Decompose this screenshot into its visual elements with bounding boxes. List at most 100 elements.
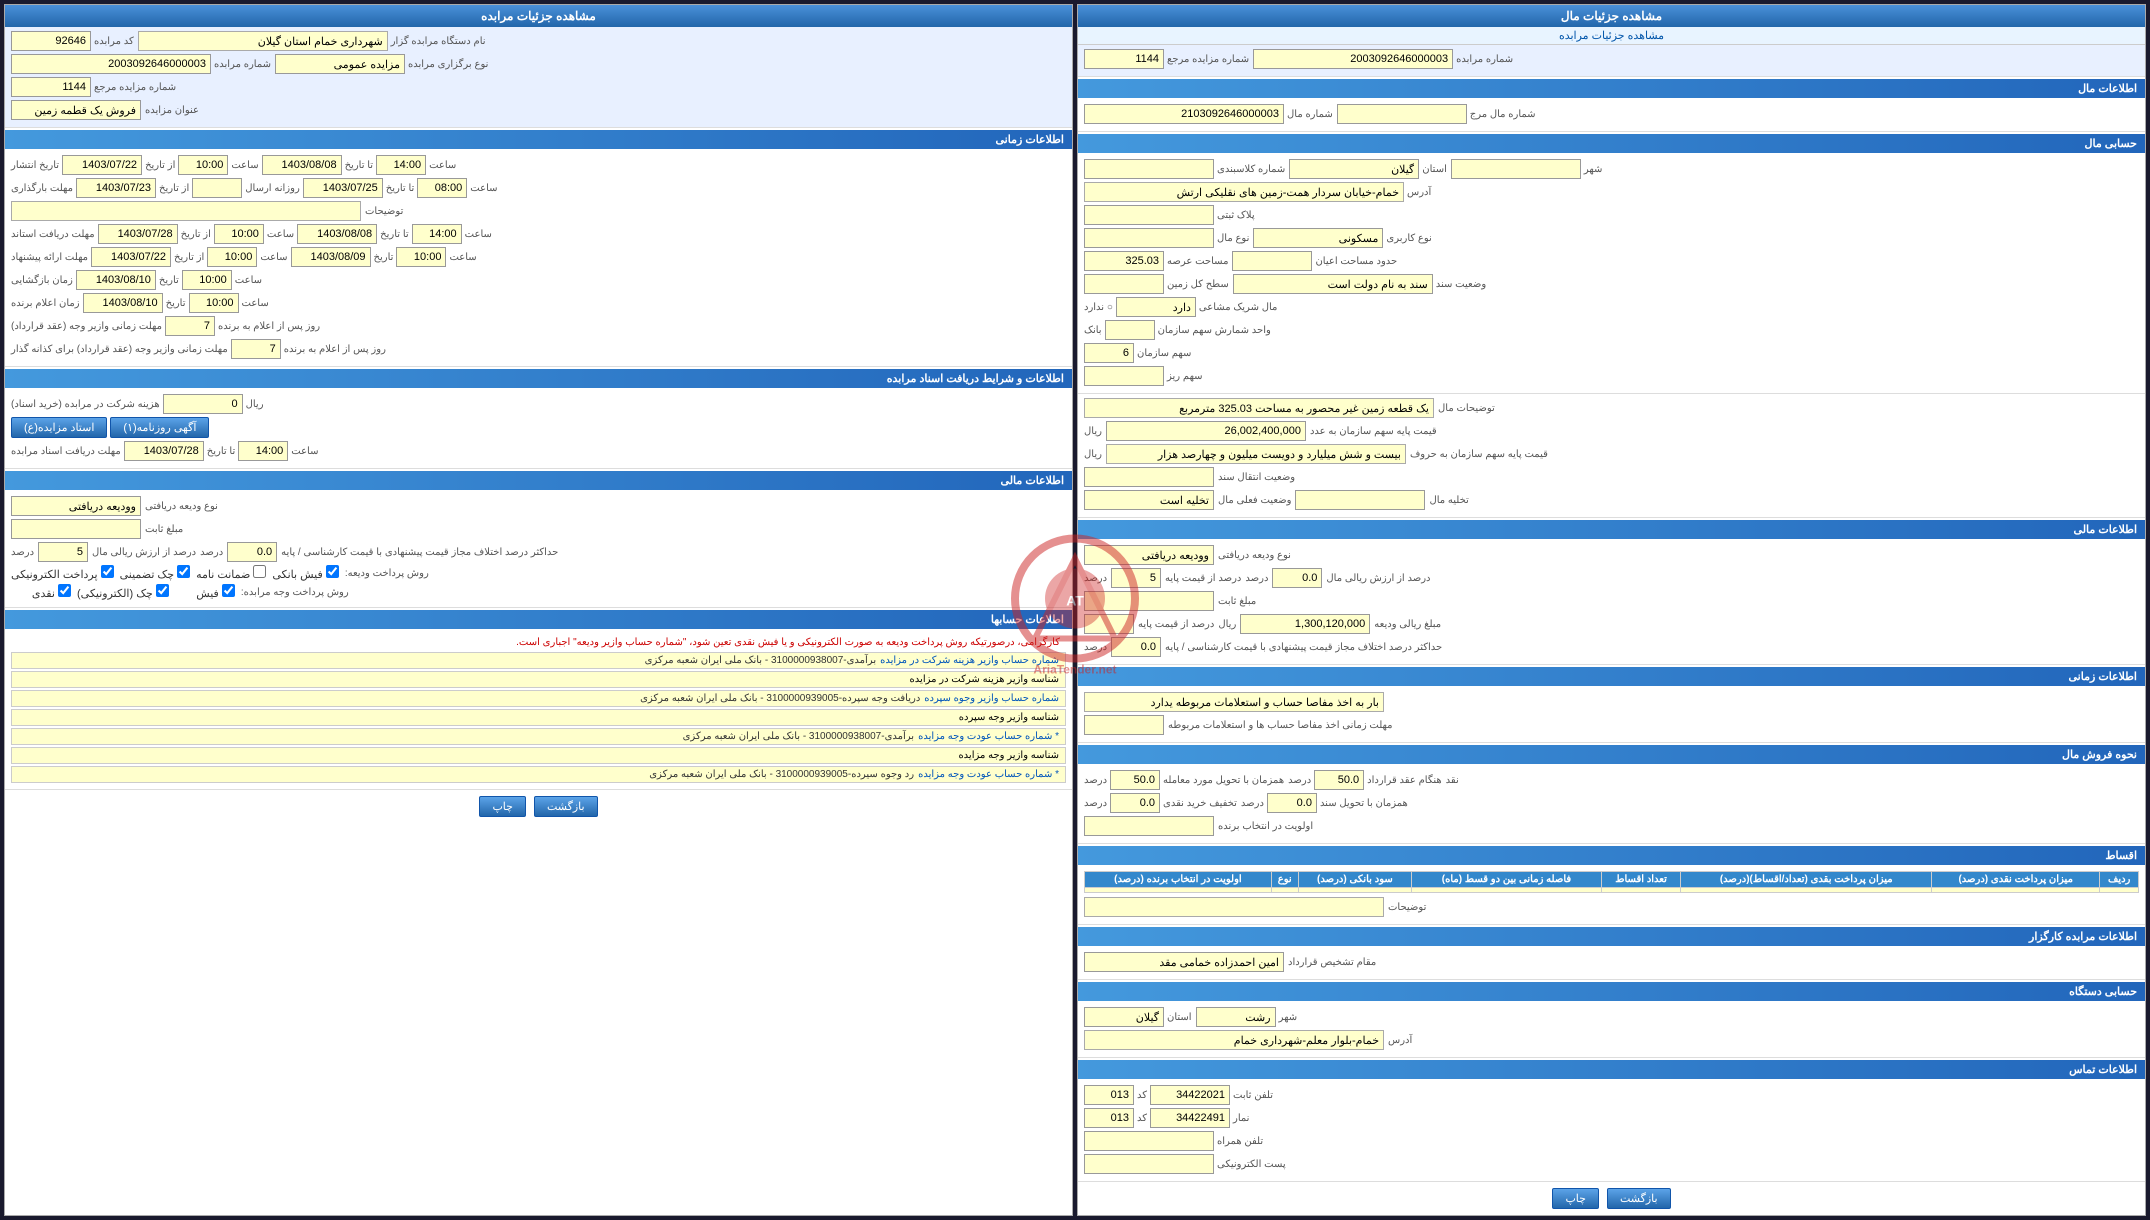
input-tarikh-mohlat-payan[interactable]: 1403/07/25 bbox=[303, 178, 383, 198]
input-qimat-base[interactable]: 26,002,400,000 bbox=[1106, 421, 1306, 441]
input-hade-aksar[interactable] bbox=[1111, 637, 1161, 657]
input-shomare-mal[interactable]: 2103092646000003 bbox=[1084, 104, 1284, 124]
input-tarikh-daryaft[interactable]: 1403/07/28 bbox=[124, 441, 204, 461]
input-dar-sad-arzesh-right[interactable]: 0.0 bbox=[227, 542, 277, 562]
input-takhlie[interactable] bbox=[1295, 490, 1425, 510]
input-noe-bargarzan[interactable]: مزایده عمومی bbox=[275, 54, 405, 74]
input-noe-mal[interactable] bbox=[1084, 228, 1214, 248]
input-tarikh-bazgoshaii[interactable]: 1403/08/10 bbox=[76, 270, 156, 290]
chk-fisch[interactable] bbox=[326, 565, 339, 578]
input-saat-mohlat-payan[interactable]: 08:00 bbox=[417, 178, 467, 198]
input-vaziat-felli[interactable]: تخلیه است bbox=[1084, 490, 1214, 510]
input-namar-code[interactable]: 013 bbox=[1084, 1108, 1134, 1128]
input-mohlat-zaman[interactable] bbox=[1084, 715, 1164, 735]
input-mablagh-riayali[interactable] bbox=[1240, 614, 1370, 634]
input-adres-dastgah[interactable]: خمام-بلوار معلم-شهرداری خمام bbox=[1084, 1030, 1384, 1050]
input-masahat[interactable] bbox=[1084, 251, 1164, 271]
input-saat-mohlat[interactable] bbox=[192, 178, 242, 198]
input-sahme-riz[interactable] bbox=[1084, 366, 1164, 386]
input-vaziat-sanad[interactable]: سند به نام دولت است bbox=[1233, 274, 1433, 294]
input-shomare-morabede[interactable]: 2003092646000003 bbox=[1253, 49, 1453, 69]
input-tarikh-payan[interactable]: 1403/08/08 bbox=[262, 155, 342, 175]
input-shahr[interactable] bbox=[1451, 159, 1581, 179]
input-dar-sad2[interactable] bbox=[1084, 614, 1134, 634]
input-telefon-code[interactable]: 013 bbox=[1084, 1085, 1134, 1105]
left-link-header[interactable]: مشاهده جزئیات مرابده bbox=[1078, 27, 2145, 45]
input-tarikh-eraea-from[interactable]: 1403/07/22 bbox=[91, 247, 171, 267]
input-noe-vadieh-right[interactable]: وودیعه دریافتی bbox=[11, 496, 141, 516]
input-sath-kol[interactable] bbox=[1084, 274, 1164, 294]
chk-electroniki[interactable] bbox=[101, 565, 114, 578]
input-saat-daryaft[interactable]: 14:00 bbox=[238, 441, 288, 461]
input-telefon-hamrah[interactable] bbox=[1084, 1131, 1214, 1151]
input-nam-dastgah[interactable]: شهرداری خمام استان گیلان bbox=[138, 31, 388, 51]
agahi-roozname-btn[interactable]: آگهی روزنامه(۱) bbox=[110, 417, 209, 438]
input-dar-sad-qimat-right[interactable]: 5 bbox=[38, 542, 88, 562]
input-saat-eraea-from[interactable]: 10:00 bbox=[207, 247, 257, 267]
input-shomare-mal-marje[interactable] bbox=[1337, 104, 1467, 124]
right-chap-btn[interactable]: چاپ bbox=[479, 796, 526, 817]
input-takhfif[interactable]: 0.0 bbox=[1110, 793, 1160, 813]
input-tozih-aghsat[interactable] bbox=[1084, 897, 1384, 917]
input-saat-payan[interactable]: 14:00 bbox=[376, 155, 426, 175]
input-sahme-sazman[interactable]: 6 bbox=[1084, 343, 1134, 363]
input-kod-morabede[interactable]: 92646 bbox=[11, 31, 91, 51]
input-shomare-kelasehbandi[interactable] bbox=[1084, 159, 1214, 179]
chk-zamanat[interactable] bbox=[253, 565, 266, 578]
input-poste-electroniki[interactable] bbox=[1084, 1154, 1214, 1174]
input-tarikh-eraea-payan[interactable]: 1403/08/09 bbox=[291, 247, 371, 267]
input-saat-eelam[interactable]: 10:00 bbox=[189, 293, 239, 313]
input-saat-mohlat2-from[interactable]: 10:00 bbox=[214, 224, 264, 244]
input-dar-sad-arzesh-left[interactable]: 0.0 bbox=[1272, 568, 1322, 588]
input-mablagh-sabet-right[interactable] bbox=[11, 519, 141, 539]
ostad-morabede-btn[interactable]: استاد مزایده(ع) bbox=[11, 417, 107, 438]
input-saat-bazgoshaii[interactable]: 10:00 bbox=[182, 270, 232, 290]
input-mal-sharik[interactable] bbox=[1116, 297, 1196, 317]
input-adres[interactable]: خمام-خیابان سردار همت-زمین های نقلیکی ار… bbox=[1084, 182, 1404, 202]
input-shomare-marje[interactable]: 1144 bbox=[1084, 49, 1164, 69]
input-saat-enteshar[interactable]: 10:00 bbox=[178, 155, 228, 175]
input-maqam[interactable]: امین احمدزاده خمامی مقد bbox=[1084, 952, 1284, 972]
input-tarikh-mohlat[interactable]: 1403/07/23 bbox=[76, 178, 156, 198]
input-saat-mohlat2-to[interactable]: 14:00 bbox=[412, 224, 462, 244]
input-telefon-sabet[interactable]: 34422021 bbox=[1150, 1085, 1230, 1105]
input-ostan[interactable]: گیلان bbox=[1289, 159, 1419, 179]
input-mohlat-khazaneh[interactable]: 7 bbox=[231, 339, 281, 359]
input-tozih-zaman[interactable] bbox=[11, 201, 361, 221]
input-mablagh-sabet-left[interactable] bbox=[1084, 591, 1214, 611]
right-bazgasht-btn[interactable]: بازگشت bbox=[534, 796, 598, 817]
input-tarikh-mohlat2-to[interactable]: 1403/08/08 bbox=[297, 224, 377, 244]
input-hazine-sherkot[interactable]: 0 bbox=[163, 394, 243, 414]
chk-chek2[interactable] bbox=[156, 584, 169, 597]
left-chap-btn[interactable]: چاپ bbox=[1552, 1188, 1599, 1209]
input-ostan-dastgah[interactable]: گیلان bbox=[1084, 1007, 1164, 1027]
input-shomare-morabede-right[interactable]: 2003092646000003 bbox=[11, 54, 211, 74]
input-ologyat[interactable] bbox=[1084, 816, 1214, 836]
input-qimat-base-text[interactable]: بیست و شش میلیارد و دویست میلیون و چهارص… bbox=[1106, 444, 1406, 464]
input-dar-sad-qimat-left[interactable]: 5 bbox=[1111, 568, 1161, 588]
input-onvan[interactable]: فروش یک قطمه زمین bbox=[11, 100, 141, 120]
input-noe-karbari[interactable]: مسکونی bbox=[1253, 228, 1383, 248]
input-noe-vadieh-left[interactable]: وودیعه دریافتی bbox=[1084, 545, 1214, 565]
left-bazgasht-btn[interactable]: بازگشت bbox=[1607, 1188, 1671, 1209]
input-vaziat-enteghal[interactable] bbox=[1084, 467, 1214, 487]
input-naghd-percent[interactable]: 50.0 bbox=[1314, 770, 1364, 790]
input-hamzaman-percent[interactable]: 50.0 bbox=[1110, 770, 1160, 790]
input-saat-eraea-payan[interactable]: 10:00 bbox=[396, 247, 446, 267]
input-tarikh-eelam[interactable]: 1403/08/10 bbox=[83, 293, 163, 313]
input-plak[interactable] bbox=[1084, 205, 1214, 225]
input-tarikh-enteshar[interactable]: 1403/07/22 bbox=[62, 155, 142, 175]
input-shahr-dastgah[interactable]: رشت bbox=[1196, 1007, 1276, 1027]
chk-fisch2[interactable] bbox=[222, 584, 235, 597]
input-tozih[interactable]: یک قطعه زمین غیر محصور به مساحت 325.03 م… bbox=[1084, 398, 1434, 418]
input-vahid[interactable] bbox=[1105, 320, 1155, 340]
input-tahvil-sanad[interactable]: 0.0 bbox=[1267, 793, 1317, 813]
input-namar[interactable]: 34422491 bbox=[1150, 1108, 1230, 1128]
chk-naghd2[interactable] bbox=[58, 584, 71, 597]
input-shomare-marje-right[interactable]: 1144 bbox=[11, 77, 91, 97]
input-tarikh-mohlat2-from[interactable]: 1403/07/28 bbox=[98, 224, 178, 244]
input-mohlat-berende[interactable]: 7 bbox=[165, 316, 215, 336]
input-siar[interactable]: بار به اخذ مفاصا حساب و استعلامات مربوطه… bbox=[1084, 692, 1384, 712]
input-hodood[interactable] bbox=[1232, 251, 1312, 271]
chk-chek[interactable] bbox=[177, 565, 190, 578]
